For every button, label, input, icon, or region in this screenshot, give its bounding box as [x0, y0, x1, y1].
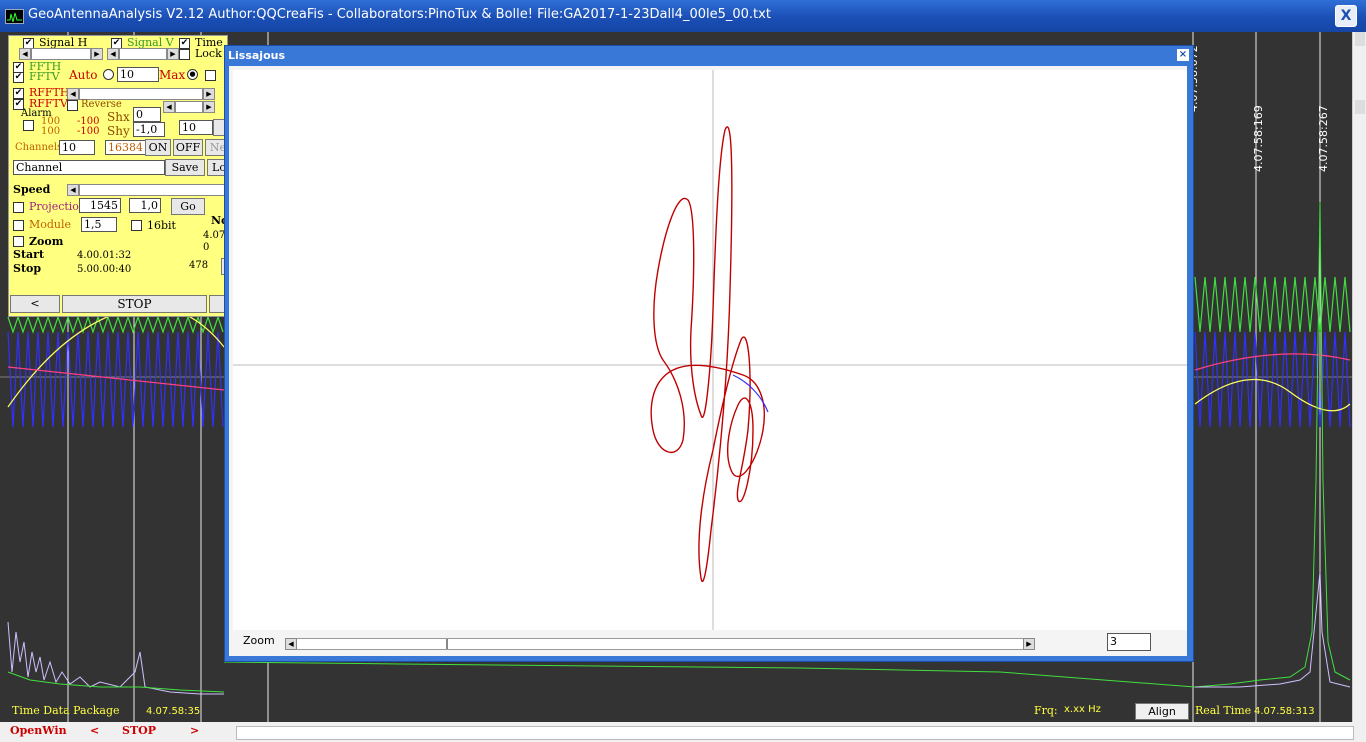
zoom-label: Zoom	[29, 235, 64, 248]
go-button[interactable]: Go	[171, 198, 205, 215]
shift-slider[interactable]	[175, 101, 203, 113]
slider-right-arrow[interactable]: ▶	[203, 88, 215, 100]
zoom-checkbox[interactable]	[13, 236, 24, 247]
slider-left-arrow[interactable]: ◀	[19, 48, 31, 60]
auto-value-field[interactable]: 10	[117, 67, 159, 82]
shift-value-field[interactable]: 10	[179, 120, 213, 135]
on-button[interactable]: ON	[145, 139, 171, 156]
slider-left-arrow[interactable]: ◀	[163, 101, 175, 113]
window-title: GeoAntennaAnalysis V2.12 Author:QQCreaFi…	[28, 7, 771, 22]
projection-label: Projection	[29, 200, 87, 213]
openwin-button[interactable]: OpenWin	[10, 724, 67, 737]
zoom-slider-thumb[interactable]	[446, 639, 448, 649]
time-label: 4.07.58:267	[1317, 105, 1330, 172]
count-value: 478	[189, 260, 209, 271]
shy-field[interactable]: -1,0	[133, 122, 165, 137]
prev-button[interactable]: <	[10, 295, 60, 313]
scroll-up-arrow[interactable]	[1355, 32, 1365, 46]
time-checkbox[interactable]: ✔	[179, 38, 190, 49]
max-radio[interactable]: ●	[187, 69, 198, 80]
time-label: 4.07.58:169	[1252, 105, 1265, 172]
shx-field[interactable]: 0	[133, 107, 161, 122]
stop-button[interactable]: STOP	[62, 295, 207, 313]
bottom-next-button[interactable]: >	[190, 724, 199, 737]
fftv-label: FFTV	[29, 70, 60, 83]
time-data-package-label: Time Data Package	[12, 704, 120, 717]
channel-name-field[interactable]: Channel	[13, 160, 165, 175]
no-value-1: 4.07	[203, 230, 226, 241]
reverse-label: Reverse	[81, 99, 122, 110]
real-time-value: 4.07.58:313	[1254, 706, 1315, 717]
frq-label: Frq:	[1034, 704, 1058, 717]
projection-field[interactable]: 1545	[79, 198, 121, 213]
slider-right-arrow[interactable]: ▶	[167, 48, 179, 60]
channels-label: Channels	[15, 142, 63, 153]
samples-field[interactable]: 16384	[105, 140, 147, 155]
save-button[interactable]: Save	[165, 159, 205, 176]
real-time-label: Real Time	[1195, 704, 1252, 717]
signal-h-slider[interactable]	[31, 48, 91, 60]
zoom-value-field[interactable]: 3	[1107, 633, 1151, 651]
16bit-label: 16bit	[147, 219, 176, 232]
projection-checkbox[interactable]	[13, 202, 24, 213]
module-field[interactable]: 1,5	[81, 217, 117, 232]
lissajous-window: Lissajous × Zoom ◀ ▶ 3	[224, 45, 1194, 662]
slider-left-arrow[interactable]: ◀	[67, 88, 79, 100]
no-value-2: 0	[203, 242, 210, 253]
scroll-thumb[interactable]	[1355, 100, 1365, 114]
lissajous-body: Zoom ◀ ▶ 3	[229, 66, 1187, 656]
slider-left-arrow[interactable]: ◀	[107, 48, 119, 60]
auto-label: Auto	[69, 68, 98, 82]
module-checkbox[interactable]	[13, 220, 24, 231]
control-panel: ✔ Signal H ✔ Signal V ✔ Time ◀ ▶ ◀ ▶ Loc…	[8, 35, 228, 317]
channels-field[interactable]: 10	[59, 140, 95, 155]
projection-field-2[interactable]: 1,0	[129, 198, 161, 213]
module-label: Module	[29, 218, 72, 231]
lissajous-close-button[interactable]: ×	[1177, 49, 1189, 61]
lissajous-title: Lissajous	[228, 49, 286, 62]
extra-checkbox[interactable]	[205, 70, 216, 81]
slider-right-arrow[interactable]: ▶	[203, 101, 215, 113]
app-icon	[5, 9, 24, 24]
signal-v-slider[interactable]	[119, 48, 167, 60]
max-label: Max	[159, 68, 186, 82]
zoom-label: Zoom	[243, 634, 275, 647]
speed-label: Speed	[13, 183, 51, 196]
alarm-high-2: 100	[41, 126, 61, 137]
start-value: 4.00.01:32	[77, 250, 132, 261]
zoom-slider[interactable]: ◀ ▶	[285, 638, 1035, 650]
slider-right-arrow[interactable]: ▶	[91, 48, 103, 60]
bottom-stop-button[interactable]: STOP	[122, 724, 156, 737]
stop-value: 5.00.00:40	[77, 264, 132, 275]
shx-label: Shx	[107, 110, 130, 124]
speed-slider[interactable]	[79, 184, 227, 196]
bottom-prev-button[interactable]: <	[90, 724, 99, 737]
slider-left-arrow[interactable]: ◀	[285, 638, 297, 650]
slider-left-arrow[interactable]: ◀	[67, 184, 79, 196]
reverse-checkbox[interactable]	[67, 100, 78, 111]
start-label: Start	[13, 248, 45, 261]
auto-radio[interactable]	[103, 69, 114, 80]
lock-label: Lock	[195, 47, 222, 60]
align-button[interactable]: Align	[1135, 703, 1189, 720]
rffth-checkbox[interactable]: ✔	[13, 88, 24, 99]
time-left-value: 4.07.58:35	[146, 706, 201, 717]
fftv-checkbox[interactable]: ✔	[13, 72, 24, 83]
horizontal-scrollbar[interactable]	[236, 726, 1354, 740]
shy-label: Shy	[107, 124, 130, 138]
16bit-checkbox[interactable]	[131, 220, 142, 231]
slider-right-arrow[interactable]: ▶	[1023, 638, 1035, 650]
lissajous-plot	[233, 70, 1187, 630]
alarm-low-2: -100	[77, 126, 100, 137]
lissajous-curve	[233, 70, 1187, 630]
window-close-button[interactable]: X	[1335, 5, 1357, 27]
off-button[interactable]: OFF	[173, 139, 203, 156]
frq-value: x.xx Hz	[1064, 704, 1101, 715]
alarm-checkbox[interactable]	[23, 120, 34, 131]
title-bar: GeoAntennaAnalysis V2.12 Author:QQCreaFi…	[0, 0, 1366, 32]
stop-label: Stop	[13, 262, 42, 275]
vertical-scrollbar[interactable]	[1352, 32, 1366, 722]
bottom-bar: OpenWin < STOP >	[0, 722, 1366, 742]
lock-checkbox[interactable]	[179, 49, 190, 60]
